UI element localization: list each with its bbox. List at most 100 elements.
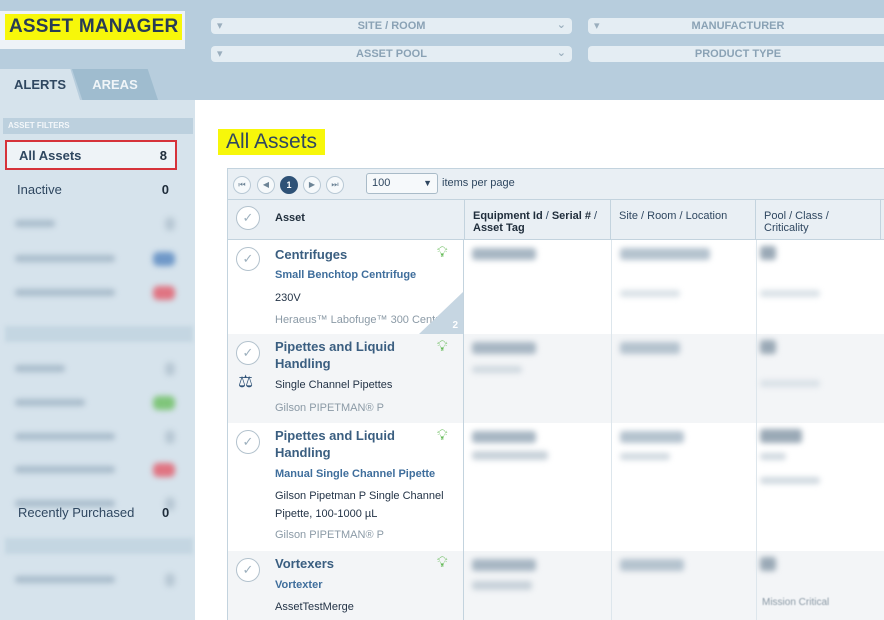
asset-category-link[interactable]: Vortexers — [275, 555, 435, 572]
blurred-pool-detail — [760, 380, 820, 387]
asset-detail: AssetTestMerge — [275, 601, 354, 613]
lightbulb-icon[interactable]: 💡︎ — [437, 555, 448, 570]
blurred-filter-item[interactable] — [15, 362, 175, 376]
blurred-filter-item[interactable] — [15, 286, 175, 300]
lightbulb-icon[interactable]: 💡︎ — [437, 428, 448, 443]
sidebar-item-inactive[interactable]: Inactive 0 — [5, 176, 177, 206]
blurred-filter-item[interactable] — [15, 573, 175, 587]
table-row[interactable]: ✓ Vortexers 💡︎ Vortexter AssetTestMerge — [228, 551, 884, 620]
manufacturer-filter-label: MANUFACTURER — [691, 20, 785, 32]
previous-page-button[interactable]: ◀ — [257, 176, 275, 194]
last-page-button[interactable]: ⏭ — [326, 176, 344, 194]
asset-cell: ✓ Pipettes and Liquid Handling 💡︎ ⚖ Sing… — [228, 334, 464, 423]
items-per-page-label: items per page — [442, 177, 515, 189]
sidebar-item-count: 0 — [161, 182, 169, 197]
page-number-button[interactable]: 1 — [280, 176, 298, 194]
tab-alerts[interactable]: ALERTS — [0, 69, 80, 100]
column-header-location[interactable]: Site / Room / Location — [611, 200, 756, 240]
asset-pool-filter-label: ASSET POOL — [356, 48, 427, 60]
row-checkbox[interactable]: ✓ — [236, 558, 260, 582]
chevron-down-icon: ⌄ — [556, 19, 566, 31]
asset-category-link[interactable]: Pipettes and Liquid Handling — [275, 338, 435, 372]
row-checkbox[interactable]: ✓ — [236, 247, 260, 271]
blurred-class — [760, 453, 786, 460]
asset-count-value: 2 — [452, 320, 458, 331]
equipment-id-label: Equipment Id — [473, 210, 543, 222]
blurred-location-detail — [620, 453, 670, 460]
blurred-pool — [760, 429, 802, 443]
sidebar-item-count: 8 — [159, 148, 167, 163]
table-row[interactable]: ✓ Pipettes and Liquid Handling 💡︎ Manual… — [228, 423, 884, 551]
pin-icon: ▾ — [217, 48, 223, 60]
column-divider — [611, 240, 612, 620]
lightbulb-icon[interactable]: 💡︎ — [437, 245, 448, 260]
blurred-equipment-id — [472, 431, 536, 443]
blurred-section-heading — [5, 538, 193, 554]
sidebar-item-label: All Assets — [19, 148, 82, 163]
blurred-equipment-id — [472, 248, 536, 260]
page-size-select[interactable]: 100 ▼ — [366, 173, 438, 194]
asset-detail: Gilson Pipetman P Single Channel Pipette… — [275, 490, 444, 520]
sidebar-item-label: Inactive — [17, 182, 62, 197]
blurred-filter-item[interactable] — [15, 430, 175, 444]
tab-areas[interactable]: AREAS — [72, 69, 158, 100]
manufacturer-filter[interactable]: ▾ MANUFACTURER — [588, 18, 884, 34]
asset-pool-filter[interactable]: ▾ ASSET POOL ⌄ — [211, 46, 572, 62]
select-all-checkbox[interactable]: ✓ — [236, 206, 260, 230]
asset-column-label: Asset — [275, 212, 305, 224]
asset-category-link[interactable]: Pipettes and Liquid Handling — [275, 427, 435, 461]
blurred-criticality — [760, 477, 820, 484]
column-header-asset[interactable]: ✓ Asset — [228, 200, 465, 240]
sidebar-item-all-assets[interactable]: All Assets 8 — [5, 140, 177, 170]
blurred-location-detail — [620, 290, 680, 297]
blurred-equipment-id — [472, 559, 536, 571]
chevron-down-icon: ⌄ — [556, 47, 566, 59]
asset-manufacturer: Heraeus™ Labofuge™ 300 Centrifuge — [275, 314, 455, 326]
column-header-equipment-id[interactable]: Equipment Id / Serial # / Asset Tag — [465, 200, 611, 240]
assets-grid: ⏮ ◀ 1 ▶ ⏭ 100 ▼ items per page ✓ Asset E… — [227, 168, 884, 620]
blurred-location — [620, 559, 684, 571]
site-room-filter[interactable]: ▾ SITE / ROOM ⌄ — [211, 18, 572, 34]
first-page-button[interactable]: ⏮ — [233, 176, 251, 194]
blurred-filter-item[interactable] — [15, 217, 175, 231]
row-checkbox[interactable]: ✓ — [236, 430, 260, 454]
blurred-serial — [472, 451, 548, 460]
product-type-filter[interactable]: PRODUCT TYPE — [588, 46, 884, 62]
criticality-text: Mission Critical — [762, 597, 830, 608]
table-row[interactable]: ✓ Centrifuges 💡︎ Small Benchtop Centrifu… — [228, 240, 884, 334]
location-column-label: Site / Room / Location — [619, 210, 728, 222]
blurred-filter-item[interactable] — [15, 396, 175, 410]
top-bar: ASSET MANAGER ▾ SITE / ROOM ⌄ ▾ MANUFACT… — [0, 0, 884, 100]
page-size-value: 100 — [372, 177, 391, 189]
asset-detail: Single Channel Pipettes — [275, 379, 393, 391]
asset-tag-label: Asset Tag — [473, 222, 525, 234]
blurred-filter-item[interactable] — [15, 463, 175, 477]
scale-icon[interactable]: ⚖ — [238, 372, 253, 392]
blurred-location — [620, 431, 684, 443]
asset-manufacturer: Gilson PIPETMAN® P — [275, 529, 384, 541]
next-page-button[interactable]: ▶ — [303, 176, 321, 194]
blurred-location — [620, 342, 680, 354]
main-content: All Assets ⏮ ◀ 1 ▶ ⏭ 100 ▼ items per pag… — [195, 100, 884, 620]
blurred-filter-item[interactable] — [15, 252, 175, 266]
asset-filters-heading: ASSET FILTERS — [3, 118, 193, 134]
app-logo[interactable]: ASSET MANAGER — [5, 14, 183, 40]
blurred-equipment-id — [472, 342, 536, 354]
product-type-filter-label: PRODUCT TYPE — [694, 48, 782, 60]
column-header-pool[interactable]: Pool / Class / Criticality — [756, 200, 881, 240]
sidebar-item-recently-purchased[interactable]: Recently Purchased 0 — [18, 505, 169, 520]
table-row[interactable]: ✓ Pipettes and Liquid Handling 💡︎ ⚖ Sing… — [228, 334, 884, 423]
lightbulb-icon[interactable]: 💡︎ — [437, 339, 448, 354]
pool-column-label: Pool / Class / — [764, 210, 829, 222]
asset-subtype: Small Benchtop Centrifuge — [275, 269, 417, 281]
blurred-serial — [472, 366, 522, 373]
sidebar: ASSET FILTERS All Assets 8 Inactive 0 — [0, 100, 195, 620]
asset-category-link[interactable]: Centrifuges — [275, 246, 435, 263]
blurred-serial — [472, 581, 532, 590]
sidebar-item-label: Recently Purchased — [18, 505, 135, 520]
row-checkbox[interactable]: ✓ — [236, 341, 260, 365]
blurred-section-heading — [5, 326, 193, 342]
asset-subtype: Manual Single Channel Pipette — [275, 468, 436, 480]
serial-label: Serial # — [551, 210, 591, 222]
blurred-pool — [760, 340, 776, 354]
